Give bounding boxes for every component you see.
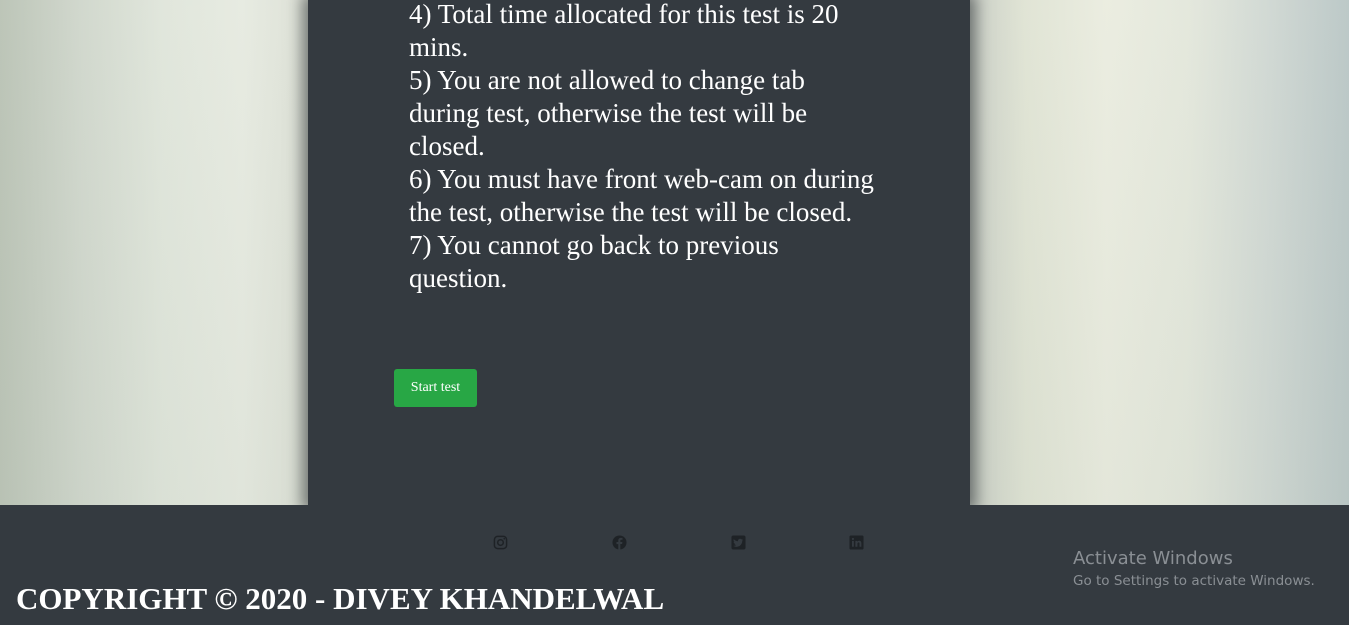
watermark-subtitle: Go to Settings to activate Windows. bbox=[1073, 573, 1315, 589]
activate-windows-watermark: Activate Windows Go to Settings to activ… bbox=[1073, 547, 1315, 591]
footer: COPYRIGHT © 2020 - DIVEY KHANDELWAL Acti… bbox=[0, 505, 1349, 625]
facebook-icon[interactable] bbox=[612, 535, 628, 551]
twitter-icon[interactable] bbox=[731, 535, 747, 551]
watermark-title: Activate Windows bbox=[1073, 548, 1233, 569]
start-test-button[interactable]: Start test bbox=[394, 369, 477, 407]
copyright-text: COPYRIGHT © 2020 - DIVEY KHANDELWAL bbox=[16, 581, 665, 616]
rule-item: 5) You are not allowed to change tab dur… bbox=[409, 65, 808, 161]
rule-item: 7) You cannot go back to previous questi… bbox=[409, 230, 779, 293]
rules-list: 4) Total time allocated for this test is… bbox=[409, 0, 879, 295]
page: 4) Total time allocated for this test is… bbox=[0, 0, 1349, 625]
rule-item: 4) Total time allocated for this test is… bbox=[409, 0, 839, 62]
instagram-icon[interactable] bbox=[493, 535, 509, 551]
rule-item: 6) You must have front web-cam on during… bbox=[409, 164, 874, 227]
linkedin-icon[interactable] bbox=[849, 535, 865, 551]
